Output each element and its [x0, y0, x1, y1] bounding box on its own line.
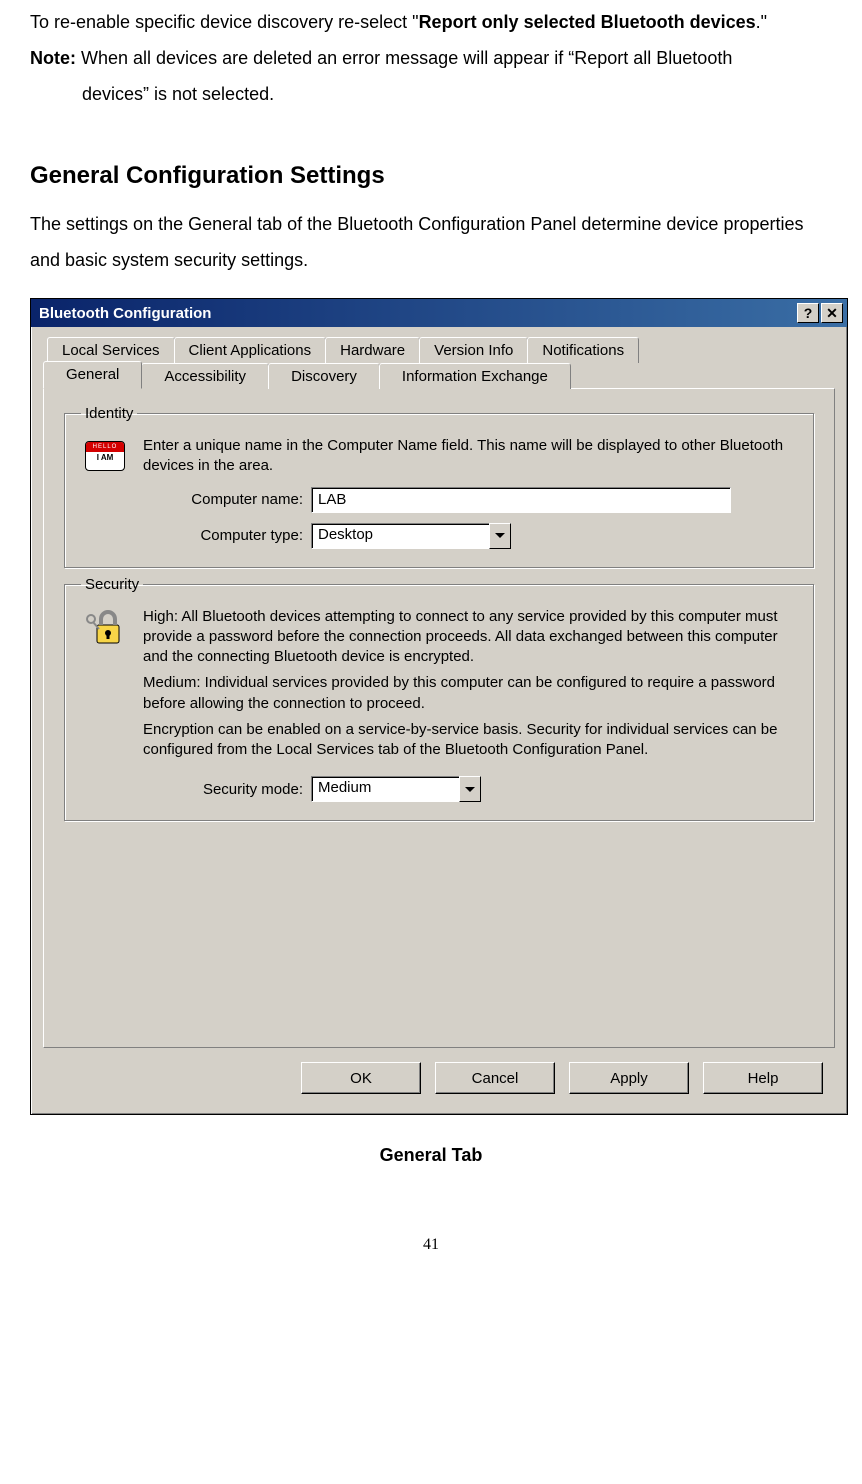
- dialog-body: Local Services Client Applications Hardw…: [31, 327, 847, 1114]
- security-medium-text-a: Medium: Individual services provided by …: [143, 673, 797, 714]
- tabs-row-front: General Accessibility Discovery Informat…: [35, 363, 843, 389]
- figure-caption: General Tab: [30, 1145, 832, 1166]
- help-button[interactable]: Help: [703, 1062, 823, 1094]
- tab-version-info[interactable]: Version Info: [419, 337, 528, 363]
- cancel-button[interactable]: Cancel: [435, 1062, 555, 1094]
- security-mode-label: Security mode:: [81, 781, 311, 798]
- doc-line-reenable: To re-enable specific device discovery r…: [30, 4, 832, 40]
- section-heading: General Configuration Settings: [30, 162, 832, 190]
- doc-note-line1: Note: When all devices are deleted an er…: [30, 40, 832, 76]
- hello-badge-icon: HELLO I AM: [81, 436, 129, 476]
- identity-groupbox: Identity HELLO I AM Enter a unique name …: [64, 405, 814, 568]
- tab-general[interactable]: General: [43, 361, 142, 389]
- computer-type-label: Computer type:: [81, 527, 311, 544]
- note-text-a: When all devices are deleted an error me…: [76, 48, 732, 68]
- tabs-row-back: Local Services Client Applications Hardw…: [35, 337, 843, 363]
- apply-button[interactable]: Apply: [569, 1062, 689, 1094]
- tab-accessibility[interactable]: Accessibility: [141, 363, 269, 389]
- close-titlebar-button[interactable]: ✕: [821, 303, 843, 323]
- security-legend: Security: [81, 576, 143, 593]
- tab-panel-general: Identity HELLO I AM Enter a unique name …: [43, 388, 835, 1048]
- dialog-title: Bluetooth Configuration: [39, 305, 211, 322]
- chevron-down-icon: [465, 787, 475, 792]
- dialog-button-row: OK Cancel Apply Help: [35, 1048, 843, 1108]
- bluetooth-config-dialog: Bluetooth Configuration ? ✕ Local Servic…: [30, 298, 848, 1115]
- tab-information-exchange[interactable]: Information Exchange: [379, 363, 571, 389]
- security-mode-value: Medium: [311, 776, 459, 802]
- tab-notifications[interactable]: Notifications: [527, 337, 639, 363]
- tab-hardware[interactable]: Hardware: [325, 337, 420, 363]
- dialog-titlebar: Bluetooth Configuration ? ✕: [31, 299, 847, 327]
- lock-keys-icon: [81, 607, 129, 647]
- computer-name-label: Computer name:: [81, 491, 311, 508]
- computer-type-dropdown-button[interactable]: [489, 523, 511, 549]
- note-label: Note:: [30, 48, 76, 68]
- security-medium-text-b: Encryption can be enabled on a service-b…: [143, 720, 797, 761]
- section-paragraph: The settings on the General tab of the B…: [30, 206, 832, 278]
- help-titlebar-button[interactable]: ?: [797, 303, 819, 323]
- text-suffix: .": [756, 12, 767, 32]
- identity-description: Enter a unique name in the Computer Name…: [143, 436, 797, 477]
- tab-discovery[interactable]: Discovery: [268, 363, 380, 389]
- computer-type-value: Desktop: [311, 523, 489, 549]
- identity-legend: Identity: [81, 405, 137, 422]
- badge-top-text: HELLO: [86, 442, 124, 452]
- security-groupbox: Security: [64, 576, 814, 822]
- security-mode-dropdown-button[interactable]: [459, 776, 481, 802]
- text-prefix: To re-enable specific device discovery r…: [30, 12, 419, 32]
- security-mode-combo[interactable]: Medium: [311, 776, 481, 802]
- page-number: 41: [30, 1236, 832, 1254]
- dialog-screenshot: Bluetooth Configuration ? ✕ Local Servic…: [30, 298, 850, 1115]
- computer-type-combo[interactable]: Desktop: [311, 523, 511, 549]
- computer-name-input[interactable]: [311, 487, 731, 513]
- titlebar-buttons: ? ✕: [797, 303, 843, 323]
- badge-mid-text: I AM: [86, 452, 124, 462]
- security-description: High: All Bluetooth devices attempting t…: [143, 607, 797, 767]
- ok-button[interactable]: OK: [301, 1062, 421, 1094]
- text-bold: Report only selected Bluetooth devices: [419, 12, 756, 32]
- tab-local-services[interactable]: Local Services: [47, 337, 175, 363]
- security-high-text: High: All Bluetooth devices attempting t…: [143, 607, 797, 668]
- tab-client-applications[interactable]: Client Applications: [174, 337, 327, 363]
- chevron-down-icon: [495, 533, 505, 538]
- doc-note-line2: devices” is not selected.: [82, 76, 832, 112]
